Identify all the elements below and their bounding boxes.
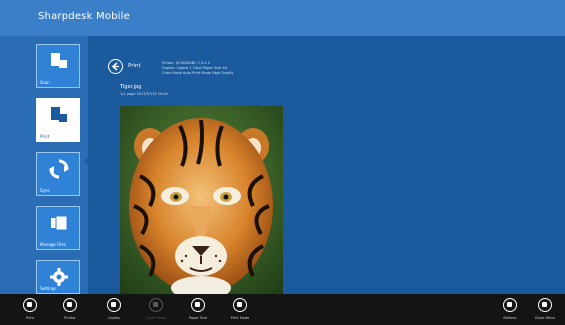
sidebar-item-scan[interactable]: Scan bbox=[36, 44, 80, 88]
appbar-paper-size-button[interactable]: Paper Size bbox=[178, 298, 218, 325]
screen: Sharpdesk Mobile Scan Print Sync Manage … bbox=[0, 0, 565, 325]
print-preview-image bbox=[120, 106, 283, 301]
appbar-button-label: Refresh bbox=[503, 316, 517, 320]
print-icon bbox=[23, 298, 37, 312]
printer-icon bbox=[63, 298, 77, 312]
document-meta: 1/1 page 2013/07/15 10:45 bbox=[120, 92, 168, 96]
app-title: Sharpdesk Mobile bbox=[38, 11, 130, 22]
print-mode-icon bbox=[233, 298, 247, 312]
appbar-button-label: Print Mode bbox=[230, 316, 250, 320]
print-setting-line: Color Mode Auto Print Mode High Quality bbox=[162, 71, 234, 75]
gear-icon bbox=[50, 268, 68, 286]
sidebar-item-label: Scan bbox=[40, 80, 50, 85]
refresh-icon bbox=[503, 298, 517, 312]
close-menu-icon bbox=[538, 298, 552, 312]
appbar-refresh-button[interactable]: Refresh bbox=[490, 298, 530, 325]
appbar-printer-button[interactable]: Printer bbox=[50, 298, 90, 325]
sidebar-item-label: Sync bbox=[40, 188, 50, 193]
sidebar-item-label: Settings bbox=[40, 286, 57, 291]
scan-icon bbox=[51, 53, 67, 68]
sync-icon bbox=[49, 159, 69, 179]
document-name: Tiger.jpg bbox=[120, 84, 142, 90]
appbar-button-label: Printer bbox=[64, 316, 76, 320]
selected-indicator bbox=[84, 156, 89, 166]
appbar-button-label: Close Menu bbox=[534, 316, 556, 320]
appbar-button-label: Color Mode bbox=[146, 316, 166, 320]
page-title: Print bbox=[128, 63, 141, 69]
appbar-copies-button[interactable]: Copies bbox=[94, 298, 134, 325]
sidebar: Scan Print Sync Manage Files Settings bbox=[0, 36, 89, 294]
tiger-photo bbox=[120, 106, 283, 301]
back-arrow-icon bbox=[111, 62, 119, 71]
print-panel: Print Printer: JX-9000ABC 2.3.4.5 Duplex… bbox=[90, 36, 565, 301]
appbar-button-label: Paper Size bbox=[188, 316, 208, 320]
print-icon bbox=[51, 107, 67, 122]
sidebar-item-print[interactable]: Print bbox=[36, 98, 80, 142]
sidebar-item-settings[interactable]: Settings bbox=[36, 260, 80, 294]
appbar-print-button[interactable]: Print bbox=[10, 298, 50, 325]
sidebar-item-label: Print bbox=[40, 134, 50, 139]
print-settings-summary: Printer: JX-9000ABC 2.3.4.5 Duplex: Copi… bbox=[162, 61, 234, 76]
appbar-print-mode-button[interactable]: Print Mode bbox=[220, 298, 260, 325]
paper-size-icon bbox=[191, 298, 205, 312]
sidebar-item-sync[interactable]: Sync bbox=[36, 152, 80, 196]
color-mode-icon bbox=[149, 298, 163, 312]
sidebar-item-manage-files[interactable]: Manage Files bbox=[36, 206, 80, 250]
appbar-close-menu-button[interactable]: Close Menu bbox=[525, 298, 565, 325]
top-bar: Sharpdesk Mobile bbox=[0, 0, 565, 36]
appbar-color-mode-button[interactable]: Color Mode bbox=[136, 298, 176, 325]
copies-icon bbox=[107, 298, 121, 312]
appbar-button-label: Copies bbox=[108, 316, 120, 320]
app-bar: Print Printer Copies Color Mode Paper Si… bbox=[0, 294, 565, 325]
appbar-button-label: Print bbox=[25, 316, 35, 320]
back-button[interactable] bbox=[108, 59, 123, 74]
manage-files-icon bbox=[51, 215, 68, 231]
sidebar-item-label: Manage Files bbox=[40, 242, 66, 247]
